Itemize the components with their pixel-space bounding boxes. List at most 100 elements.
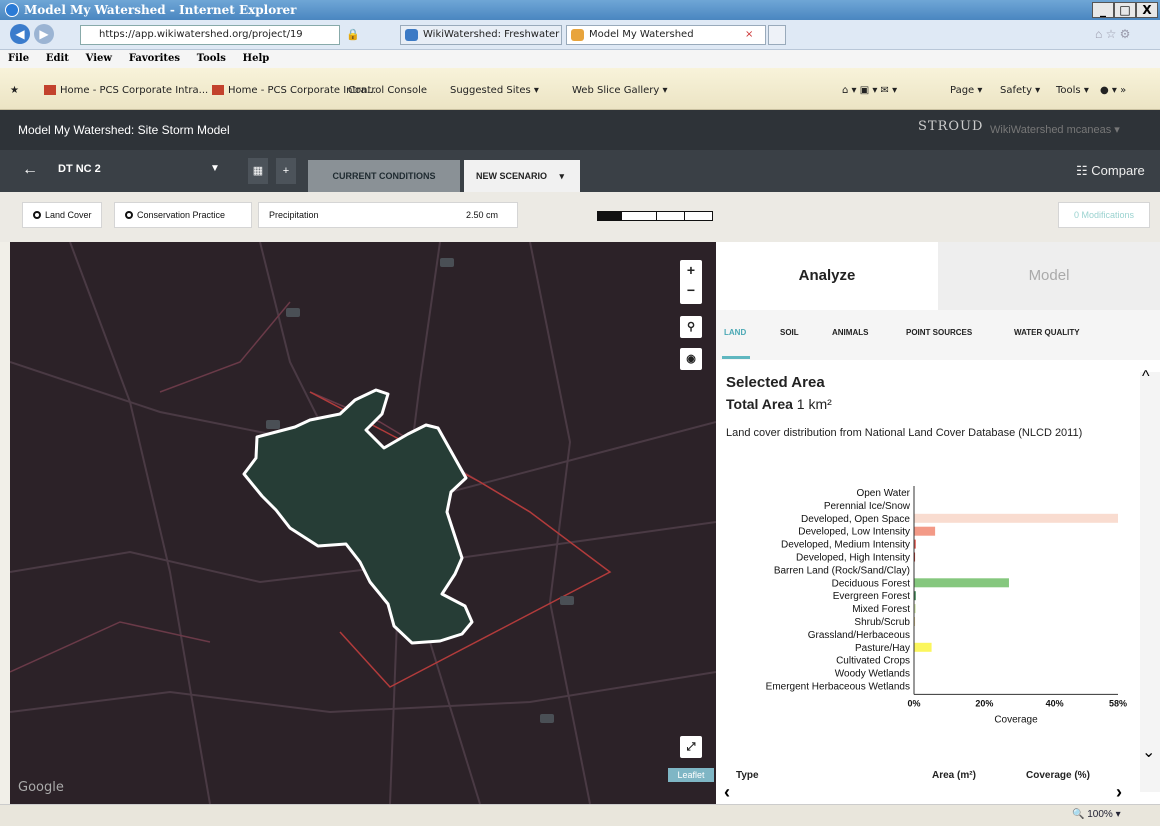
add-circle-icon	[125, 211, 133, 219]
caret-down-icon[interactable]: ▼	[210, 163, 220, 174]
category-label: Barren Land (Rock/Sand/Clay)	[774, 565, 910, 576]
category-label: Developed, Open Space	[801, 514, 910, 525]
map[interactable]: + − ⚲ ◉ ⤢ Leaflet Google	[10, 242, 716, 804]
scroll-down-icon[interactable]: ⌄	[1142, 742, 1155, 762]
category-label: Open Water	[856, 488, 910, 499]
fav-link-1[interactable]: Home - PCS Corporate Intra...	[44, 85, 208, 96]
land-cover-chart: Open Water Perennial Ice/Snow Developed, O…	[766, 486, 1127, 725]
close-tab-icon[interactable]: ×	[745, 26, 753, 44]
safety-menu[interactable]: Safety ▾	[1000, 85, 1040, 96]
layers-button[interactable]: ◉	[680, 348, 702, 370]
subtab-point-sources[interactable]: POINT SOURCES	[906, 328, 972, 337]
zoom-in-button[interactable]: +	[680, 260, 702, 280]
zoom-out-button[interactable]: −	[680, 280, 702, 300]
subtab-soil[interactable]: SOIL	[780, 328, 799, 337]
window-title: Model My Watershed - Internet Explorer	[24, 3, 297, 17]
tools-menu[interactable]: Tools ▾	[1056, 85, 1089, 96]
col-coverage[interactable]: Coverage (%)	[1026, 770, 1090, 781]
new-tab-button[interactable]	[768, 25, 786, 45]
add-circle-icon	[33, 211, 41, 219]
category-label: Developed, High Intensity	[796, 553, 910, 564]
fav-link-3[interactable]: Control Console	[348, 85, 427, 96]
menu-edit[interactable]: Edit	[46, 53, 69, 64]
x-axis-label: Coverage	[994, 714, 1038, 725]
fav-link-4[interactable]: Suggested Sites ▾	[450, 85, 539, 96]
col-area[interactable]: Area (m²)	[932, 770, 976, 781]
home-star-gear-icons[interactable]: ⌂ ☆ ⚙	[1095, 27, 1130, 41]
favorites-star-icon[interactable]: ★	[10, 85, 19, 96]
category-label: Cultivated Crops	[836, 656, 910, 667]
back-arrow-icon[interactable]: ←	[22, 161, 38, 179]
bar	[914, 513, 1118, 523]
menu-file[interactable]: File	[8, 53, 29, 64]
modifications-button[interactable]: 0 Modifications	[1058, 202, 1150, 228]
scroll-right-icon[interactable]: ›	[1116, 782, 1122, 803]
menu-tools[interactable]: Tools	[197, 53, 226, 64]
fav-link-5[interactable]: Web Slice Gallery ▾	[572, 85, 668, 96]
subtab-land[interactable]: LAND	[724, 328, 746, 337]
close-button[interactable]: X	[1136, 2, 1158, 18]
tab-favicon-icon	[571, 29, 584, 41]
fullscreen-button[interactable]: ⤢	[680, 736, 702, 758]
page-menu[interactable]: Page ▾	[950, 85, 982, 96]
land-cover-description: Land cover distribution from National La…	[726, 427, 1083, 439]
panel-scrollbar[interactable]: ^ ⌄	[1140, 368, 1160, 792]
leaflet-attribution[interactable]: Leaflet	[668, 768, 714, 782]
category-label: Perennial Ice/Snow	[824, 501, 911, 512]
lock-icon: 🔒	[346, 29, 360, 41]
compare-button[interactable]: ☷ Compare	[1076, 163, 1145, 179]
tab-model[interactable]: Model	[938, 242, 1160, 310]
tab-new-scenario[interactable]: NEW SCENARIO ▾	[464, 160, 580, 192]
grid-icon[interactable]: ▦	[248, 158, 268, 184]
compare-icon: ☷	[1076, 163, 1092, 178]
col-type[interactable]: Type	[736, 770, 759, 781]
menu-view[interactable]: View	[86, 53, 112, 64]
back-nav-icon[interactable]: ◀	[10, 24, 30, 44]
precipitation-slider[interactable]	[597, 211, 713, 221]
tick-label: 40%	[1046, 698, 1064, 708]
tab-new-label: NEW SCENARIO	[476, 171, 548, 181]
selected-area-heading: Selected Area	[726, 374, 825, 391]
status-bar: 🔍 100% ▾	[0, 804, 1160, 826]
scroll-left-icon[interactable]: ‹	[724, 782, 730, 803]
location-marker-button[interactable]: ⚲	[680, 316, 702, 338]
home-icon[interactable]: ⌂ ▾ ▣ ▾ ✉ ▾	[842, 85, 897, 96]
tab-model-my-watershed[interactable]: Model My Watershed ×	[566, 25, 766, 45]
precipitation-control[interactable]: Precipitation 2.50 cm	[258, 202, 713, 228]
tab-wikiwatershed[interactable]: WikiWatershed: Freshwater Sta...	[400, 25, 562, 45]
zoom-control: + −	[680, 260, 702, 304]
add-scenario-icon[interactable]: +	[276, 158, 296, 184]
address-bar-row: ◀ ▶ https://app.wikiwatershed.org/projec…	[0, 20, 1160, 50]
caret-down-icon[interactable]: ▾	[560, 171, 565, 181]
scroll-up-icon[interactable]: ^	[1142, 368, 1150, 386]
subtab-animals[interactable]: ANIMALS	[832, 328, 868, 337]
forward-nav-icon[interactable]: ▶	[34, 24, 54, 44]
maximize-button[interactable]: □	[1114, 2, 1136, 18]
zoom-icon: 🔍	[1072, 809, 1088, 820]
active-subtab-indicator	[722, 356, 750, 359]
project-name[interactable]: DT NC 2	[58, 163, 101, 175]
minimize-button[interactable]: _	[1092, 2, 1114, 18]
app-header: Model My Watershed: Site Storm Model STR…	[0, 110, 1160, 150]
land-cover-button[interactable]: Land Cover	[22, 202, 102, 228]
analyze-panel: Analyze Model LAND SOIL ANIMALS POINT SO…	[716, 242, 1160, 804]
conservation-practice-button[interactable]: Conservation Practice	[114, 202, 252, 228]
bar	[914, 578, 1009, 588]
total-area: Total Area 1 km²	[726, 396, 832, 412]
url-field[interactable]: https://app.wikiwatershed.org/project/19	[80, 25, 340, 45]
tab-label: WikiWatershed: Freshwater Sta...	[423, 29, 561, 40]
zoom-level[interactable]: 🔍 100% ▾	[1072, 809, 1121, 820]
menu-favorites[interactable]: Favorites	[129, 53, 180, 64]
subtab-water-quality[interactable]: WATER QUALITY	[1014, 328, 1080, 337]
category-label: Developed, Medium Intensity	[781, 540, 910, 551]
scenario-toolbar: Land Cover Conservation Practice Precipi…	[0, 192, 1160, 242]
map-canvas[interactable]	[10, 242, 716, 804]
help-icon[interactable]: ● ▾ »	[1100, 85, 1126, 96]
tab-current-conditions[interactable]: CURRENT CONDITIONS	[308, 160, 460, 192]
slider-fill	[598, 212, 622, 220]
tick-label: 0%	[907, 698, 920, 708]
tab-analyze[interactable]: Analyze	[716, 242, 938, 310]
user-menu[interactable]: WikiWatershed mcaneas ▾	[990, 123, 1120, 136]
google-logo: Google	[18, 780, 64, 795]
menu-help[interactable]: Help	[243, 53, 270, 64]
